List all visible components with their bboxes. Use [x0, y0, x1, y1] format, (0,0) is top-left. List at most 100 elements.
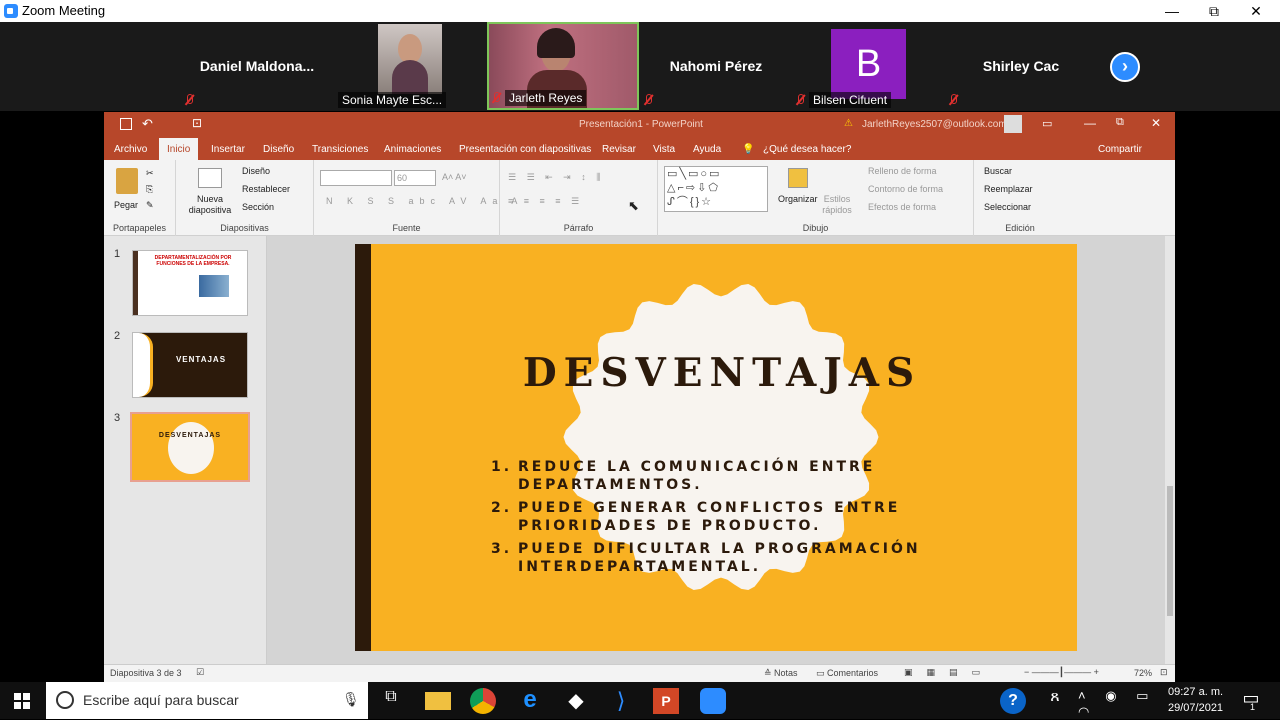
next-page-arrow-icon[interactable]: › — [1110, 52, 1140, 82]
quick-styles-button[interactable]: Estilos rápidos — [822, 194, 852, 216]
mic-muted-icon — [184, 94, 198, 106]
ppt-restore-button[interactable]: ⧉ — [1116, 116, 1124, 129]
cursor-icon: ⬉ — [628, 198, 639, 213]
align-buttons[interactable]: ≡ ≡ ≡ ≡ ☰ — [508, 196, 583, 207]
copy-icon[interactable]: ⎘ — [146, 184, 153, 195]
windows-start-icon[interactable] — [14, 693, 30, 709]
ribbon-display-icon[interactable]: ▭ — [1042, 117, 1052, 130]
format-painter-icon[interactable]: ✎ — [146, 200, 154, 211]
search-input[interactable]: Escribe aquí para buscar — [83, 692, 239, 708]
people-icon[interactable]: ጸ — [1042, 688, 1068, 714]
start-slideshow-icon[interactable]: ⊡ — [192, 116, 202, 130]
zoom-level[interactable]: 72% — [1134, 668, 1152, 678]
shape-fill-button[interactable]: Relleno de forma — [868, 166, 937, 176]
list-buttons[interactable]: ☰ ☰ ⇤ ⇥ ↕ ⫼ — [508, 172, 604, 183]
task-view-icon[interactable]: ⧉ — [378, 688, 404, 714]
participant-tile[interactable]: Nahomi Pérez — [641, 22, 791, 110]
shapes-gallery[interactable]: ▭╲▭○▭ △⌐⇨⇩⬠ ᔑ⌒{}☆ — [664, 166, 768, 212]
participant-tile[interactable]: B Bilsen Cifuent — [793, 22, 943, 110]
tab-ayuda[interactable]: Ayuda — [693, 144, 721, 155]
view-buttons[interactable]: ▣▦▤▭ — [904, 667, 994, 678]
help-icon[interactable]: ? — [1000, 688, 1026, 714]
tab-diseno[interactable]: Diseño — [263, 144, 294, 155]
participant-name: Daniel Maldona... — [199, 58, 315, 74]
arrange-button[interactable]: Organizar — [778, 194, 818, 204]
minimize-button[interactable]: — — [1152, 1, 1192, 21]
edge-icon[interactable]: e — [517, 688, 543, 714]
comments-button[interactable]: ▭ Comentarios — [816, 668, 878, 679]
font-size-select[interactable]: 60 — [394, 170, 436, 186]
new-slide-icon[interactable] — [198, 168, 222, 188]
accessibility-icon[interactable]: ☑ — [196, 667, 204, 678]
dropbox-icon[interactable]: ◆ — [563, 688, 589, 714]
cut-icon[interactable]: ✂ — [146, 168, 154, 179]
slide-counter: Diapositiva 3 de 3 — [110, 668, 182, 678]
avatar[interactable] — [1004, 115, 1022, 133]
paste-button[interactable]: Pegar — [114, 200, 138, 210]
zoom-app-icon[interactable] — [700, 688, 726, 714]
slide-thumbnail-3-selected[interactable]: DESVENTAJAS — [130, 412, 250, 482]
restore-button[interactable]: ⧉ — [1194, 1, 1234, 21]
vertical-scrollbar[interactable] — [1165, 236, 1175, 664]
replace-button[interactable]: Reemplazar — [984, 184, 1033, 194]
select-button[interactable]: Seleccionar — [984, 202, 1031, 212]
arrange-icon[interactable] — [788, 168, 808, 188]
tab-transiciones[interactable]: Transiciones — [312, 144, 368, 155]
slide-thumbnail-1[interactable]: DEPARTAMENTALIZACIÓN POR FUNCIONES DE LA… — [132, 250, 248, 316]
account-email[interactable]: JarlethReyes2507@outlook.com — [862, 119, 1007, 130]
thumb-title: VENTAJAS — [175, 355, 227, 364]
notification-count: 1 — [1250, 702, 1256, 712]
tab-animaciones[interactable]: Animaciones — [384, 144, 441, 155]
shape-outline-button[interactable]: Contorno de forma — [868, 184, 943, 194]
current-slide[interactable]: DESVENTAJAS 1. REDUCE LA COMUNICACIÓN ENT… — [355, 244, 1077, 651]
group-label: Párrafo — [563, 223, 594, 233]
participant-tile[interactable]: Shirley Cac — [946, 22, 1096, 110]
participant-tile-active[interactable]: Jarleth Reyes — [487, 22, 639, 110]
zoom-slider[interactable]: − ———┃——— + — [1024, 667, 1099, 678]
tell-me-search[interactable]: ¿Qué desea hacer? — [763, 144, 851, 155]
undo-icon[interactable]: ↶ — [142, 116, 153, 132]
font-format-buttons[interactable]: N K S S abc AV Aa A — [326, 196, 523, 206]
tab-archivo[interactable]: Archivo — [114, 144, 147, 155]
tab-insertar[interactable]: Insertar — [211, 144, 245, 155]
system-tray-icons[interactable]: ˄ ◉ ▭ ◠ — [1078, 688, 1158, 719]
video-feed — [378, 24, 442, 94]
list-item: 1. REDUCE LA COMUNICACIÓN ENTRE DEPARTAME… — [491, 459, 876, 493]
tab-inicio[interactable]: Inicio — [159, 138, 199, 160]
paste-icon[interactable] — [116, 168, 138, 194]
notes-button[interactable]: ≙ Notas — [764, 668, 798, 679]
layout-button[interactable]: Diseño — [242, 166, 270, 176]
group-font: 60 A˄ A˅ N K S S abc AV Aa A Fuente — [314, 160, 517, 236]
slide-list: 1. REDUCE LA COMUNICACIÓN ENTRE DEPARTAME… — [491, 458, 961, 581]
save-icon[interactable] — [120, 118, 132, 130]
participant-name: Jarleth Reyes — [505, 90, 587, 106]
taskbar-search[interactable]: Escribe aquí para buscar 🎙 — [46, 682, 368, 719]
visual-studio-icon[interactable]: ⟩ — [608, 688, 634, 714]
tab-presentacion[interactable]: Presentación con diapositivas — [459, 144, 591, 155]
new-slide-button[interactable]: Nueva diapositiva — [184, 194, 236, 216]
find-button[interactable]: Buscar — [984, 166, 1012, 176]
reset-button[interactable]: Restablecer — [242, 184, 290, 194]
microphone-icon[interactable]: 🎙 — [342, 691, 360, 708]
fit-slide-icon[interactable]: ⊡ — [1160, 667, 1168, 678]
zoom-logo-icon — [4, 4, 18, 18]
file-explorer-icon[interactable] — [425, 692, 451, 710]
participant-tile[interactable]: Sonia Mayte Esc... — [336, 22, 486, 110]
shape-effects-button[interactable]: Efectos de forma — [868, 202, 936, 212]
slide-thumbnail-2[interactable]: VENTAJAS — [132, 332, 248, 398]
tab-vista[interactable]: Vista — [653, 144, 675, 155]
share-button[interactable]: Compartir — [1098, 144, 1142, 155]
ribbon: Pegar ✂ ⎘ ✎ Portapapeles Nueva diapositi… — [104, 160, 1175, 236]
tab-revisar[interactable]: Revisar — [602, 144, 636, 155]
close-button[interactable]: ✕ — [1236, 1, 1276, 21]
powerpoint-icon[interactable]: P — [653, 688, 679, 714]
section-button[interactable]: Sección — [242, 202, 274, 212]
grow-font-icon[interactable]: A˄ A˅ — [442, 172, 467, 182]
ppt-close-button[interactable]: ✕ — [1151, 116, 1161, 130]
participant-tile[interactable]: Daniel Maldona... — [182, 22, 332, 110]
font-name-select[interactable] — [320, 170, 392, 186]
ppt-minimize-button[interactable]: — — [1084, 116, 1096, 130]
taskbar-clock[interactable]: 09:27 a. m. 29/07/2021 — [1168, 684, 1223, 716]
chrome-icon[interactable] — [470, 688, 496, 714]
font-size-value: 60 — [397, 173, 408, 183]
